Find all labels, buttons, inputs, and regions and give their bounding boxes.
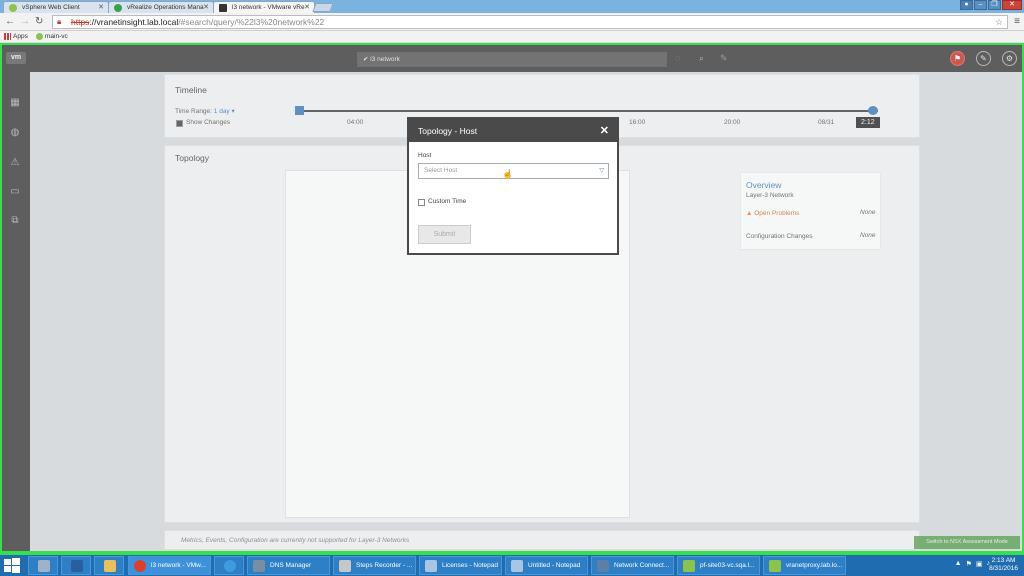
network-connections-icon — [597, 560, 609, 572]
chevron-down-icon: ▽ — [599, 168, 604, 174]
nsx-assessment-button[interactable]: Switch to NSX Assessment Mode — [914, 536, 1020, 549]
windows-taskbar: l3 network - VMw... DNS Manager Steps Re… — [0, 553, 1024, 576]
windows-start-icon[interactable] — [4, 558, 20, 574]
vmware-favicon-icon — [219, 4, 227, 12]
taskbar-label: Steps Recorder - ... — [356, 562, 413, 569]
chrome-icon — [134, 560, 146, 572]
url-path: /#search/query/%22l3%20network%22 — [178, 17, 325, 27]
vsphere-favicon-icon — [36, 33, 43, 40]
server-manager-icon — [38, 560, 50, 572]
insecure-lock-icon: 🔒︎ — [57, 17, 62, 26]
ie-pinned[interactable] — [214, 556, 244, 575]
tab-vrealize[interactable]: vRealize Operations Mana ✕ — [108, 1, 214, 13]
close-icon[interactable]: ✕ — [98, 3, 104, 11]
vsphere-client-icon — [683, 560, 695, 572]
notepad-icon — [511, 560, 523, 572]
bookmark-star-icon[interactable]: ☆ — [995, 16, 1003, 28]
new-tab-button[interactable] — [312, 3, 334, 12]
powershell-pinned[interactable] — [61, 556, 91, 575]
taskbar-item-untitled[interactable]: Untitled - Notepad — [505, 556, 588, 575]
clock-date: 8/31/2016 — [989, 565, 1018, 572]
hand-cursor-icon: ☝ — [502, 169, 514, 179]
taskbar-label: Licenses - Notepad — [442, 562, 499, 569]
network-icon[interactable]: ▣ — [976, 560, 983, 568]
bookmark-apps[interactable]: Apps — [4, 33, 28, 40]
bookmarks-bar: Apps main-vc — [0, 31, 1024, 43]
host-select[interactable]: Select Host ▽ — [418, 163, 609, 179]
server-manager-pinned[interactable] — [28, 556, 58, 575]
taskbar-clock[interactable]: 2:13 AM 8/31/2016 — [989, 557, 1018, 573]
close-icon[interactable]: ✕ — [304, 3, 310, 11]
url-scheme: https — [71, 17, 90, 27]
taskbar-item-dns[interactable]: DNS Manager — [247, 556, 330, 575]
internet-explorer-icon — [224, 560, 236, 572]
custom-time-label: Custom Time — [428, 198, 467, 205]
bookmark-main-vc[interactable]: main-vc — [36, 33, 68, 40]
vsphere-favicon-icon — [9, 4, 17, 12]
taskbar-label: DNS Manager — [270, 562, 312, 569]
powershell-icon — [71, 560, 83, 572]
forward-arrow-icon[interactable]: → — [20, 16, 30, 27]
tab-label: vSphere Web Client — [22, 4, 80, 11]
app-frame: vm ✔ l3 network ◌ ⌕ ✎ ⚑ ✎ ⚙ ▦ ◍ ⚠ ▭ ⧉ Ti… — [0, 43, 1024, 553]
tab-l3-network[interactable]: l3 network - VMware vRe ✕ — [213, 1, 315, 13]
taskbar-item-vranetproxy[interactable]: vranetproxy.lab.lo... — [763, 556, 846, 575]
taskbar-item-network[interactable]: Network Connect... — [591, 556, 674, 575]
taskbar-label: vranetproxy.lab.lo... — [786, 562, 843, 569]
submit-button[interactable]: Submit — [418, 225, 471, 244]
close-icon[interactable]: ✕ — [203, 3, 209, 11]
taskbar-item-licenses[interactable]: Licenses - Notepad — [419, 556, 502, 575]
tab-vsphere[interactable]: vSphere Web Client ✕ — [3, 1, 109, 13]
window-controls: ● – ❐ ✕ — [960, 0, 1022, 11]
show-hidden-icons-icon[interactable]: ▲ — [955, 560, 962, 568]
bookmark-label: Apps — [13, 33, 28, 40]
user-icon[interactable]: ● — [960, 0, 973, 10]
custom-time-checkbox[interactable] — [418, 199, 425, 206]
taskbar-label: pf-site03-vc.sqa.l... — [700, 562, 755, 569]
taskbar-label: Untitled - Notepad — [528, 562, 581, 569]
vsphere-client-icon — [769, 560, 781, 572]
folder-icon — [104, 560, 116, 572]
notepad-icon — [425, 560, 437, 572]
back-arrow-icon[interactable]: ← — [5, 16, 15, 27]
topology-host-dialog: Topology - Host ✕ Host Select Host ▽ ☝ C… — [407, 117, 619, 255]
close-icon[interactable]: ✕ — [600, 124, 609, 137]
system-tray: ▲ ⚑ ▣ ♪ — [955, 560, 990, 568]
restore-button[interactable]: ❐ — [988, 0, 1001, 10]
dns-manager-icon — [253, 560, 265, 572]
browser-tab-bar: vSphere Web Client ✕ vRealize Operations… — [0, 0, 1024, 13]
clock-time: 2:13 AM — [991, 557, 1016, 564]
menu-icon[interactable]: ≡ — [1014, 16, 1020, 27]
reload-icon[interactable]: ↻ — [35, 16, 43, 27]
taskbar-item-chrome[interactable]: l3 network - VMw... — [128, 556, 211, 575]
url-input[interactable]: 🔒︎ https://vranetinsight.lab.local/#sear… — [52, 15, 1008, 29]
address-bar-row: ← → ↻ 🔒︎ https://vranetinsight.lab.local… — [0, 13, 1024, 31]
minimize-button[interactable]: – — [974, 0, 987, 10]
taskbar-item-steps[interactable]: Steps Recorder - ... — [333, 556, 416, 575]
taskbar-label: l3 network - VMw... — [151, 562, 206, 569]
vrealize-favicon-icon — [114, 4, 122, 12]
taskbar-item-pf-site03[interactable]: pf-site03-vc.sqa.l... — [677, 556, 760, 575]
tab-label: l3 network - VMware vRe — [232, 4, 305, 11]
host-placeholder: Select Host — [424, 167, 458, 174]
taskbar-label: Network Connect... — [614, 562, 670, 569]
dialog-title: Topology - Host — [418, 126, 478, 136]
bookmark-label: main-vc — [45, 33, 68, 40]
tab-label: vRealize Operations Mana — [127, 4, 204, 11]
steps-recorder-icon — [339, 560, 351, 572]
dialog-header: Topology - Host ✕ — [409, 119, 617, 142]
file-explorer-pinned[interactable] — [94, 556, 124, 575]
url-host: ://vranetinsight.lab.local — [89, 17, 179, 27]
host-label: Host — [418, 152, 432, 159]
close-window-button[interactable]: ✕ — [1002, 0, 1022, 10]
apps-grid-icon — [4, 33, 11, 40]
flag-icon[interactable]: ⚑ — [966, 560, 972, 568]
